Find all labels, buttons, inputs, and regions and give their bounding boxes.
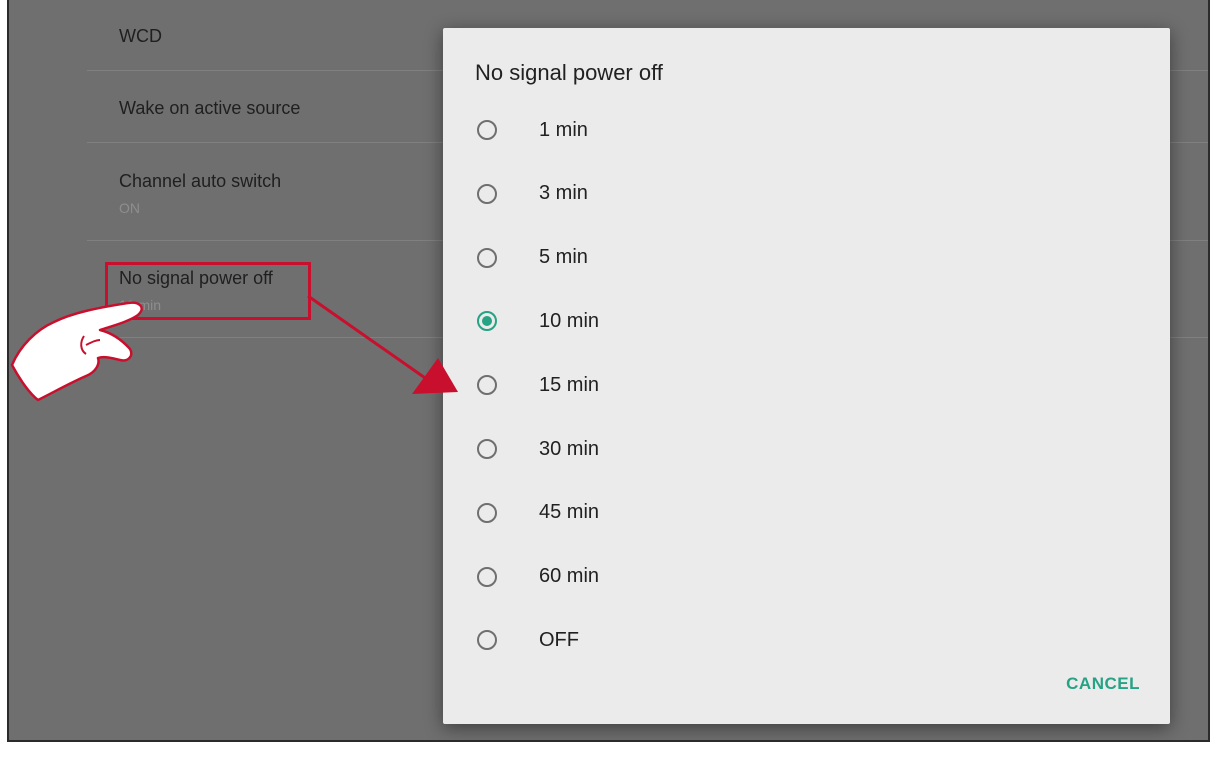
annotation-overlay [10,294,458,402]
pointing-hand-icon [10,301,143,402]
arrow-icon [307,294,458,394]
